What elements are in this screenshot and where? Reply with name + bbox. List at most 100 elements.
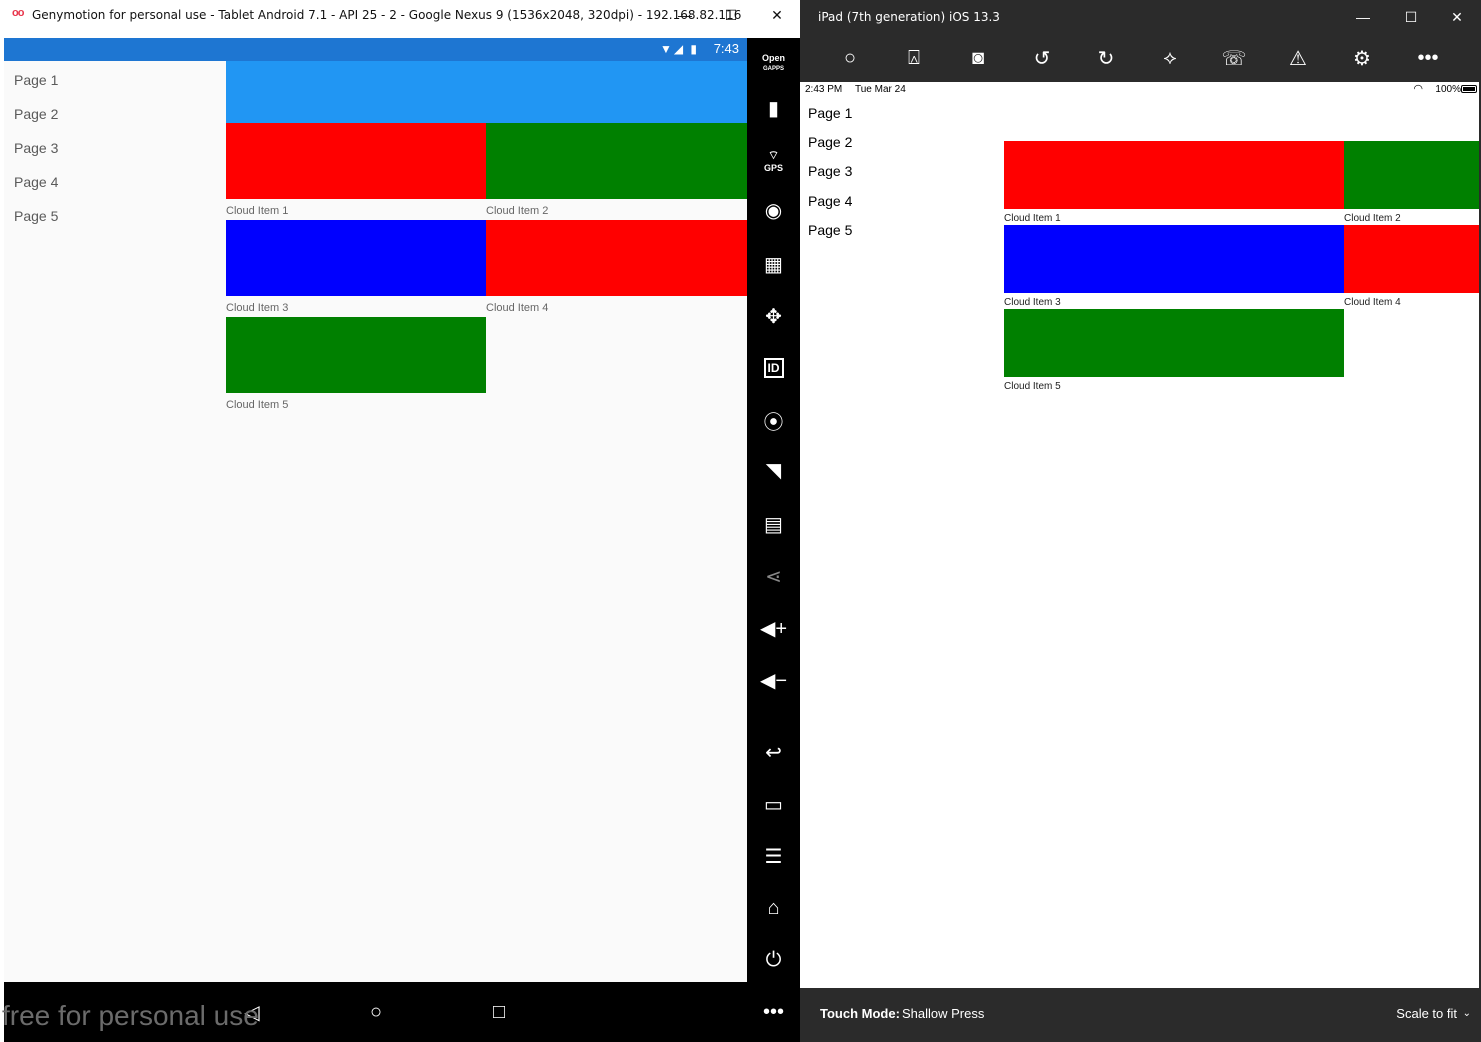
touch-mode-label: Touch Mode: (820, 1006, 900, 1021)
power-icon: ⏻ (765, 948, 782, 971)
minimize-button[interactable]: — (662, 0, 708, 30)
shake-icon: ⟡ (1163, 46, 1177, 69)
genymotion-toolbar: Open GAPPS ▮ ⌔ GPS ◉ ▦ ✥ ID ⦿ ◥ ▤ ⋖ ◀+ ◀− … (747, 38, 800, 1042)
home-icon: ⌂ (767, 896, 780, 919)
nav-home-button[interactable]: ○ (356, 992, 396, 1032)
close-button[interactable]: ✕ (754, 0, 800, 30)
home-button[interactable]: ○ (834, 44, 866, 72)
disk-io-icon: ⦿ (763, 411, 784, 434)
cloud-item-tile[interactable] (486, 220, 747, 296)
share-icon: ⋖ (765, 565, 782, 588)
cloud-item-tile[interactable] (226, 220, 486, 296)
menu-item-page-3[interactable]: Page 3 (14, 140, 58, 156)
cloud-item-label: Cloud Item 4 (1344, 297, 1401, 308)
genymotion-titlebar: oo Genymotion for personal use - Tablet … (0, 0, 800, 30)
more-icon: ••• (762, 1000, 784, 1023)
rotate-right-button[interactable]: ↻ (1090, 44, 1122, 72)
android-header-bar (226, 61, 747, 123)
remote-control-icon: ✥ (765, 305, 782, 328)
gps-icon: ⌔ (767, 147, 780, 162)
close-icon: ✕ (1451, 8, 1463, 25)
cloud-item-tile[interactable] (226, 123, 486, 199)
maximize-icon: ☐ (724, 6, 738, 23)
settings-button[interactable]: ⚙ (1346, 44, 1378, 72)
more-button[interactable]: ••• (1412, 44, 1444, 72)
maximize-button[interactable]: ☐ (1388, 2, 1434, 32)
personal-use-watermark: free for personal use (2, 1000, 259, 1031)
touch-mode-select[interactable]: Shallow Press (902, 1006, 984, 1021)
menu-item-page-5[interactable]: Page 5 (808, 222, 852, 238)
webcam-button[interactable]: ◉ (747, 190, 800, 230)
home-button[interactable]: ⌂ (747, 888, 800, 928)
recents-icon: □ (492, 1000, 506, 1023)
home-icon: ○ (843, 46, 857, 69)
power-button[interactable]: ⏻ (747, 940, 800, 980)
cloud-item-tile[interactable] (486, 123, 747, 199)
cloud-item-tile[interactable] (226, 317, 486, 393)
ios-screen: 2:43 PM Tue Mar 24 ◠ 100% Page 1 Page 2 … (800, 82, 1479, 988)
menu-item-page-2[interactable]: Page 2 (14, 106, 58, 122)
menu-item-page-2[interactable]: Page 2 (808, 134, 852, 150)
rotate-left-button[interactable]: ↺ (1026, 44, 1058, 72)
chevron-down-icon: ⌄ (1462, 1008, 1471, 1019)
shake-button[interactable]: ⟡ (1154, 44, 1186, 72)
menu-item-page-4[interactable]: Page 4 (14, 174, 58, 190)
remote-control-button[interactable]: ✥ (747, 296, 800, 336)
volume-down-button[interactable]: ◀− (747, 660, 800, 700)
close-button[interactable]: ✕ (1434, 2, 1480, 32)
device-id-button[interactable]: ID (747, 348, 800, 388)
siri-icon: ☏ (1221, 47, 1247, 70)
cloud-item-label: Cloud Item 3 (226, 302, 289, 314)
home-icon: ○ (369, 1000, 383, 1023)
cloud-item-tile[interactable] (1344, 141, 1479, 209)
network-button[interactable]: ◥ (747, 450, 800, 490)
sms-button[interactable]: ▤ (747, 504, 800, 544)
screenshot-button[interactable]: ◙ (962, 44, 994, 72)
cloud-item-tile[interactable] (1344, 225, 1479, 293)
lock-button[interactable]: ⍓ (898, 44, 930, 72)
warning-button[interactable]: ⚠ (1282, 44, 1314, 72)
cloud-item-label: Cloud Item 2 (1344, 213, 1401, 224)
maximize-button[interactable]: ☐ (708, 0, 754, 30)
window-title: Genymotion for personal use - Tablet And… (32, 8, 742, 22)
cloud-item-label: Cloud Item 5 (226, 399, 289, 411)
back-button[interactable]: ↩ (747, 732, 800, 772)
close-icon: ✕ (771, 6, 783, 23)
menu-item-page-5[interactable]: Page 5 (14, 208, 58, 224)
cloud-item-label: Cloud Item 2 (486, 205, 549, 217)
disk-io-button[interactable]: ⦿ (747, 400, 800, 440)
gps-label: GPS (763, 162, 783, 173)
menu-item-page-4[interactable]: Page 4 (808, 193, 852, 209)
open-gapps-label: Open (761, 53, 785, 63)
share-button[interactable]: ⋖ (747, 556, 800, 596)
recent-apps-button[interactable]: ▭ (747, 784, 800, 824)
more-button[interactable]: ••• (747, 992, 800, 1032)
screenshot-icon: ◙ (971, 46, 985, 69)
menu-item-page-1[interactable]: Page 1 (808, 105, 852, 121)
back-icon: ↩ (765, 741, 782, 764)
cloud-item-tile[interactable] (1004, 141, 1344, 209)
nav-recents-button[interactable]: □ (479, 992, 519, 1032)
ios-toolbar: ○ ⍓ ◙ ↺ ↻ ⟡ ☏ ⚠ ⚙ ••• (800, 34, 1481, 82)
menu-item-page-1[interactable]: Page 1 (14, 72, 58, 88)
volume-up-button[interactable]: ◀+ (747, 608, 800, 648)
open-gapps-button[interactable]: Open GAPPS (747, 44, 800, 84)
cloud-item-tile[interactable] (1004, 309, 1344, 377)
cloud-item-label: Cloud Item 5 (1004, 381, 1061, 392)
battery-button[interactable]: ▮ (747, 88, 800, 128)
menu-button[interactable]: ☰ (747, 836, 800, 876)
scale-select[interactable]: Scale to fit (1396, 1006, 1457, 1021)
window-title: iPad (7th generation) iOS 13.3 (818, 10, 1000, 24)
battery-percent: 100% (1435, 84, 1461, 95)
capture-button[interactable]: ▦ (747, 244, 800, 284)
warning-icon: ⚠ (1289, 47, 1307, 70)
minimize-button[interactable]: — (1340, 2, 1386, 32)
cloud-item-label: Cloud Item 1 (226, 205, 289, 217)
rotate-right-icon: ↻ (1097, 47, 1115, 70)
gps-button[interactable]: ⌔ GPS (747, 140, 800, 180)
menu-item-page-3[interactable]: Page 3 (808, 163, 852, 179)
siri-button[interactable]: ☏ (1218, 44, 1250, 72)
volume-up-icon: ◀+ (759, 617, 788, 640)
menu-icon: ☰ (764, 845, 783, 868)
cloud-item-tile[interactable] (1004, 225, 1344, 293)
